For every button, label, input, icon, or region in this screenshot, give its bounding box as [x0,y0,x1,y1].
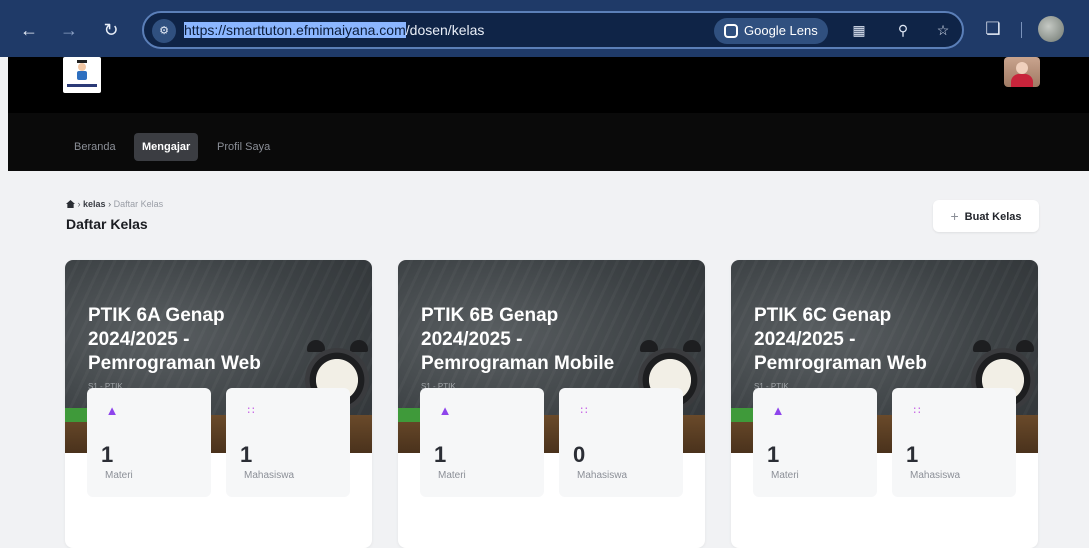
mahasiswa-label: Mahasiswa [910,470,961,481]
breadcrumb-kelas[interactable]: kelas [83,199,106,209]
mahasiswa-stat: ∷ 1 Mahasiswa [892,388,1016,497]
forward-arrow-icon[interactable]: → [58,19,80,41]
materi-count: 1 [767,442,780,467]
class-title[interactable]: PTIK 6C Genap 2024/2025 - Pemrograman We… [754,304,974,376]
reload-icon[interactable]: ↻ [100,19,122,41]
breadcrumb-current: Daftar Kelas [113,199,164,209]
mascot-icon [77,60,87,80]
mahasiswa-count: 1 [906,442,919,467]
url-path: /dosen/kelas [405,22,485,38]
plus-icon: + [950,208,959,224]
site-header [8,57,1089,113]
flask-icon: ▲ [105,403,119,418]
mahasiswa-stat: ∷ 0 Mahasiswa [559,388,683,497]
class-card[interactable]: PTIK 6B Genap 2024/2025 - Pemrograman Mo… [398,260,705,548]
extensions-icon[interactable]: ❏ [982,18,1004,40]
mahasiswa-count: 1 [240,442,253,467]
browser-profile-avatar[interactable] [1038,16,1064,42]
toolbar-divider [1021,22,1022,38]
url-text[interactable]: https://smarttuton.efmimaiyana.com/dosen… [184,22,484,38]
materi-stat: ▲ 1 Materi [753,388,877,497]
browser-toolbar: ← → ↻ ⚙ https://smarttuton.efmimaiyana.c… [0,0,1089,57]
zoom-icon[interactable]: ⚲ [894,21,912,39]
buat-kelas-button[interactable]: + Buat Kelas [933,200,1039,232]
materi-count: 1 [101,442,114,467]
user-avatar[interactable] [1004,57,1040,87]
materi-count: 1 [434,442,447,467]
materi-label: Materi [438,470,466,481]
mahasiswa-count: 0 [573,442,586,467]
students-icon: ∷ [913,405,921,417]
mahasiswa-label: Mahasiswa [577,470,628,481]
google-lens-label: Google Lens [744,23,818,38]
materi-stat: ▲ 1 Materi [87,388,211,497]
url-selected: https://smarttuton.efmimaiyana.com [184,22,406,38]
translate-icon[interactable]: ▦ [850,21,868,39]
logo-wordmark [67,84,97,87]
google-lens-button[interactable]: Google Lens [714,18,828,44]
back-arrow-icon[interactable]: ← [18,19,40,41]
breadcrumb-sep: › [77,199,81,209]
nav-profil-saya[interactable]: Profil Saya [209,133,278,161]
class-title[interactable]: PTIK 6A Genap 2024/2025 - Pemrograman We… [88,304,308,376]
flask-icon: ▲ [771,403,785,418]
nav-mengajar[interactable]: Mengajar [134,133,199,161]
nav-beranda[interactable]: Beranda [66,133,124,161]
home-icon[interactable] [66,200,75,208]
class-card[interactable]: PTIK 6A Genap 2024/2025 - Pemrograman We… [65,260,372,548]
breadcrumb-sep: › [108,199,112,209]
class-title[interactable]: PTIK 6B Genap 2024/2025 - Pemrograman Mo… [421,304,651,376]
materi-stat: ▲ 1 Materi [420,388,544,497]
students-icon: ∷ [247,405,255,417]
main-content: › kelas › Daftar Kelas Daftar Kelas + Bua… [8,171,1089,548]
lens-icon [724,24,738,38]
materi-label: Materi [105,470,133,481]
page-title: Daftar Kelas [66,216,148,232]
flask-icon: ▲ [438,403,452,418]
bookmark-star-icon[interactable]: ☆ [934,21,952,39]
students-icon: ∷ [580,405,588,417]
materi-label: Materi [771,470,799,481]
mahasiswa-label: Mahasiswa [244,470,295,481]
main-nav: Beranda Mengajar Profil Saya [8,113,1089,171]
address-bar[interactable]: ⚙ https://smarttuton.efmimaiyana.com/dos… [142,11,964,49]
buat-kelas-label: Buat Kelas [964,211,1022,223]
breadcrumb: › kelas › Daftar Kelas [66,199,163,209]
class-card[interactable]: PTIK 6C Genap 2024/2025 - Pemrograman We… [731,260,1038,548]
site-logo[interactable] [63,57,101,93]
mahasiswa-stat: ∷ 1 Mahasiswa [226,388,350,497]
site-info-icon[interactable]: ⚙ [152,19,176,43]
